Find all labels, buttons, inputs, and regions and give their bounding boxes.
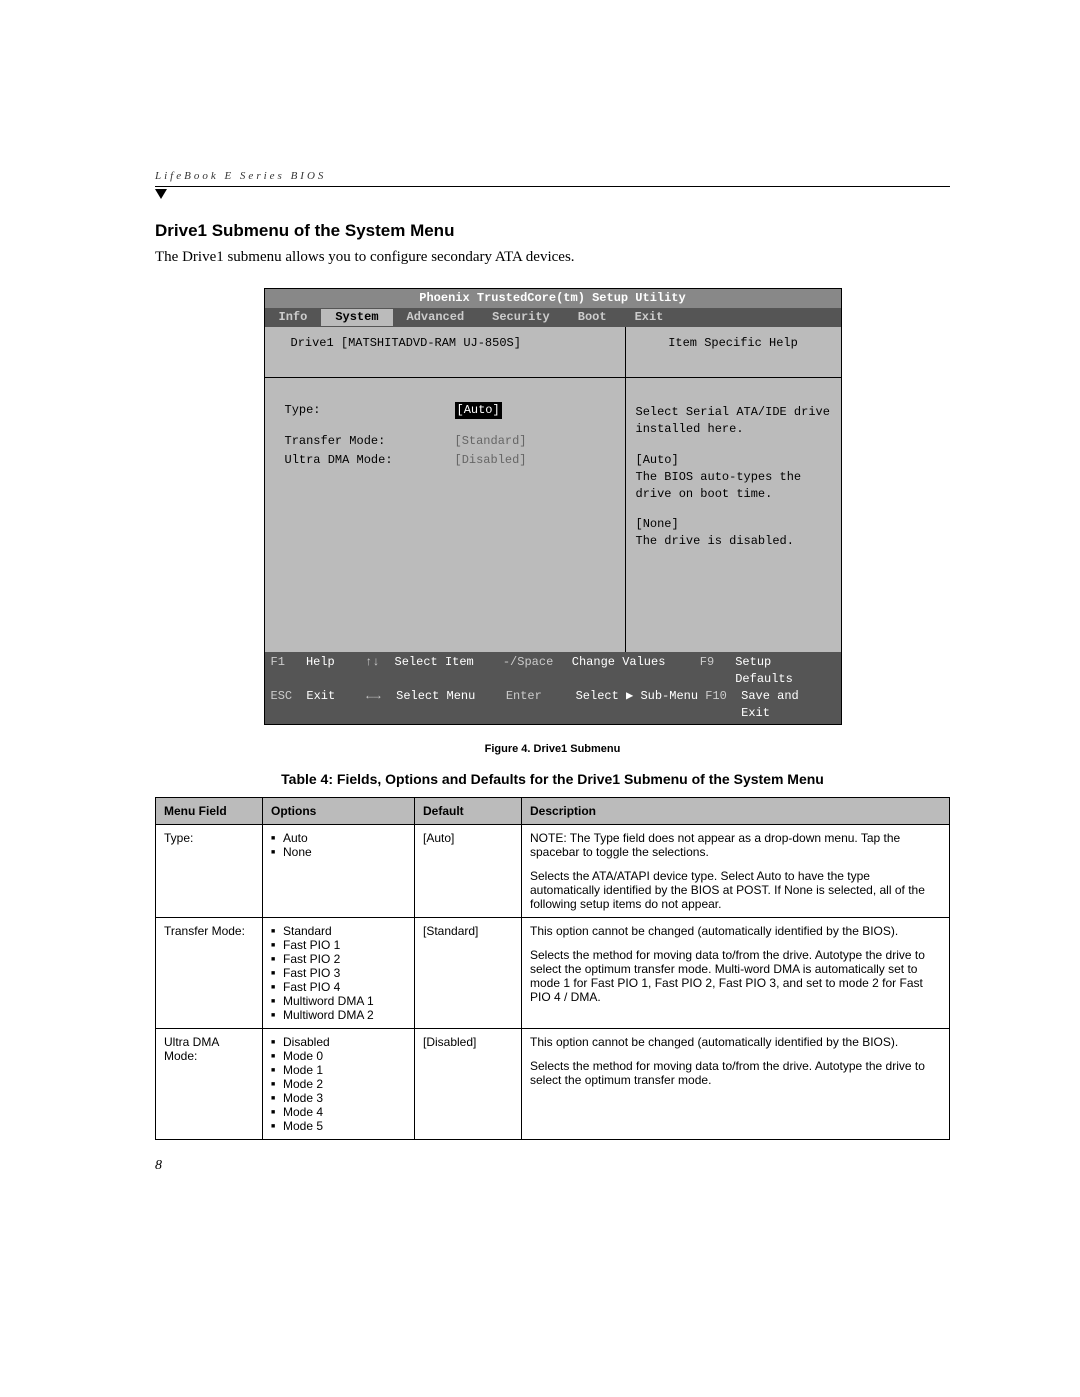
option-item: Standard — [271, 924, 406, 938]
th-default: Default — [415, 797, 522, 824]
bios-help-none-text: The drive is disabled. — [636, 533, 831, 550]
cell-options: DisabledMode 0Mode 1Mode 2Mode 3Mode 4Mo… — [263, 1028, 415, 1139]
bios-help-header: Item Specific Help — [625, 327, 841, 378]
label-change-values: Change Values — [572, 654, 700, 688]
bios-menu-boot[interactable]: Boot — [564, 309, 621, 326]
bios-menubar: Info System Advanced Security Boot Exit — [265, 308, 841, 327]
description-paragraph: This option cannot be changed (automatic… — [530, 1035, 941, 1049]
bios-menu-info[interactable]: Info — [265, 309, 322, 326]
key-space: -/Space — [503, 654, 572, 688]
bios-submenu-title: Drive1 [MATSHITADVD-RAM UJ-850S] — [265, 327, 625, 378]
intro-text: The Drive1 submenu allows you to configu… — [155, 249, 950, 266]
option-item: Mode 1 — [271, 1063, 406, 1077]
description-paragraph: Selects the method for moving data to/fr… — [530, 948, 941, 1004]
bios-field-ultradma-label: Ultra DMA Mode: — [285, 452, 455, 469]
section-title: Drive1 Submenu of the System Menu — [155, 221, 950, 241]
cell-options: AutoNone — [263, 824, 415, 917]
cell-description: This option cannot be changed (automatic… — [522, 917, 950, 1028]
option-item: Fast PIO 1 — [271, 938, 406, 952]
option-item: Fast PIO 2 — [271, 952, 406, 966]
spec-table: Menu Field Options Default Description T… — [155, 797, 950, 1140]
key-arrows-ud: ↑↓ — [365, 654, 395, 688]
key-f10: F10 — [705, 688, 741, 722]
cell-field: Type: — [156, 824, 263, 917]
table-row: Transfer Mode:StandardFast PIO 1Fast PIO… — [156, 917, 950, 1028]
bios-menu-security[interactable]: Security — [478, 309, 564, 326]
bios-field-type-label: Type: — [285, 402, 455, 419]
option-item: Mode 4 — [271, 1105, 406, 1119]
bios-footer: F1 Help ↑↓ Select Item -/Space Change Va… — [265, 652, 841, 723]
header-arrow-icon — [155, 189, 167, 199]
description-paragraph: This option cannot be changed (automatic… — [530, 924, 941, 938]
description-paragraph: NOTE: The Type field does not appear as … — [530, 831, 941, 859]
option-item: None — [271, 845, 406, 859]
bios-field-ultradma-value: [Disabled] — [455, 452, 527, 469]
th-options: Options — [263, 797, 415, 824]
key-arrows-lr: ←→ — [366, 688, 396, 722]
option-item: Fast PIO 3 — [271, 966, 406, 980]
option-item: Auto — [271, 831, 406, 845]
key-esc: ESC — [271, 688, 307, 722]
figure-caption: Figure 4. Drive1 Submenu — [155, 743, 950, 755]
label-defaults: Setup Defaults — [735, 654, 834, 688]
option-item: Multiword DMA 1 — [271, 994, 406, 1008]
description-paragraph: Selects the method for moving data to/fr… — [530, 1059, 941, 1087]
label-exit: Exit — [306, 688, 366, 722]
label-help: Help — [306, 654, 365, 688]
th-description: Description — [522, 797, 950, 824]
th-menu-field: Menu Field — [156, 797, 263, 824]
label-select-menu: Select Menu — [396, 688, 506, 722]
bios-screenshot: Phoenix TrustedCore(tm) Setup Utility In… — [264, 288, 842, 725]
description-paragraph: Selects the ATA/ATAPI device type. Selec… — [530, 869, 941, 911]
label-select-item: Select Item — [395, 654, 503, 688]
bios-menu-exit[interactable]: Exit — [621, 309, 678, 326]
bios-help-auto-label: [Auto] — [636, 452, 831, 469]
label-submenu: Select ▶ Sub-Menu — [576, 688, 706, 722]
cell-description: NOTE: The Type field does not appear as … — [522, 824, 950, 917]
option-item: Mode 0 — [271, 1049, 406, 1063]
table-row: Type:AutoNone[Auto]NOTE: The Type field … — [156, 824, 950, 917]
option-item: Mode 5 — [271, 1119, 406, 1133]
option-item: Disabled — [271, 1035, 406, 1049]
bios-field-type-value[interactable]: [Auto] — [455, 402, 502, 419]
cell-field: Ultra DMA Mode: — [156, 1028, 263, 1139]
key-f9: F9 — [700, 654, 735, 688]
table-title: Table 4: Fields, Options and Defaults fo… — [155, 771, 950, 787]
bios-field-transfer-value: [Standard] — [455, 433, 527, 450]
bios-menu-system[interactable]: System — [321, 309, 392, 326]
cell-field: Transfer Mode: — [156, 917, 263, 1028]
bios-utility-title: Phoenix TrustedCore(tm) Setup Utility — [265, 289, 841, 308]
cell-default: [Disabled] — [415, 1028, 522, 1139]
table-row: Ultra DMA Mode:DisabledMode 0Mode 1Mode … — [156, 1028, 950, 1139]
cell-default: [Auto] — [415, 824, 522, 917]
bios-field-transfer-label: Transfer Mode: — [285, 433, 455, 450]
cell-description: This option cannot be changed (automatic… — [522, 1028, 950, 1139]
cell-options: StandardFast PIO 1Fast PIO 2Fast PIO 3Fa… — [263, 917, 415, 1028]
option-item: Multiword DMA 2 — [271, 1008, 406, 1022]
bios-help-auto-text: The BIOS auto-types the drive on boot ti… — [636, 469, 831, 503]
bios-help-p1: Select Serial ATA/IDE drive installed he… — [636, 404, 831, 438]
option-item: Fast PIO 4 — [271, 980, 406, 994]
key-enter: Enter — [506, 688, 576, 722]
cell-default: [Standard] — [415, 917, 522, 1028]
option-item: Mode 3 — [271, 1091, 406, 1105]
page-header: LifeBook E Series BIOS — [155, 170, 950, 182]
page-number: 8 — [155, 1158, 950, 1174]
key-f1: F1 — [271, 654, 306, 688]
bios-help-none-label: [None] — [636, 516, 831, 533]
bios-menu-advanced[interactable]: Advanced — [393, 309, 479, 326]
bios-help-panel: Select Serial ATA/IDE drive installed he… — [626, 378, 841, 652]
option-item: Mode 2 — [271, 1077, 406, 1091]
label-save: Save and Exit — [741, 688, 834, 722]
